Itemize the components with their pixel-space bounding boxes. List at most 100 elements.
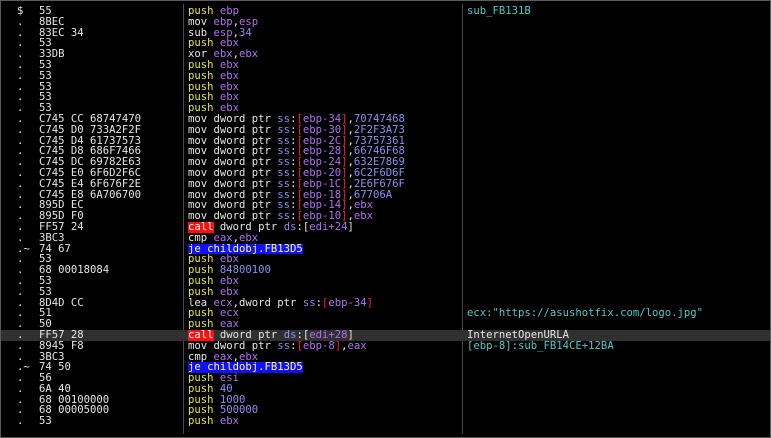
instruction-token: lea [188, 297, 214, 309]
disasm-row[interactable]: . 8BEC mov ebp,esp [1, 15, 770, 28]
disasm-row[interactable]: .~ 74 50 je childobj.FB13D5 [1, 361, 770, 374]
opcode-bytes: C745 D0 733A2F2F [39, 123, 142, 136]
disasm-row[interactable]: . 3BC3 cmp eax,ebx [1, 231, 770, 244]
instruction-token: mov dword ptr [188, 135, 278, 147]
instruction: sub esp,34 [188, 28, 458, 39]
disasm-row[interactable]: .~ 74 67 je childobj.FB13D5 [1, 242, 770, 255]
disasm-row[interactable]: . C745 E4 6F676F2E mov dword ptr ss:[ebp-1… [1, 177, 770, 190]
instruction-token: je childobj.FB13D5 [188, 362, 303, 374]
instruction-token: dword ptr [213, 221, 284, 233]
disasm-row[interactable]: . 50 push eax [1, 319, 770, 330]
instruction-token: ebx [219, 81, 240, 93]
instruction-token: ebp [213, 16, 233, 28]
row-marker: . [17, 231, 24, 244]
instruction-token: ebp-34 [328, 297, 367, 309]
opcode-bytes: 33DB [39, 48, 65, 61]
disasm-row[interactable]: . 53 push ebx [1, 92, 770, 103]
disasm-row[interactable]: . 83EC 34 sub esp,34 [1, 27, 770, 39]
disasm-row[interactable]: . FF57 24 call dword ptr ds:[edi+24] [1, 222, 770, 233]
instruction-token: push [188, 275, 220, 287]
disasm-row[interactable]: . 51 push ecx ecx:"https://asushotfix.com/l… [1, 308, 770, 319]
instruction: push 40 [188, 384, 458, 395]
instruction-token: xor [188, 49, 214, 60]
instruction-token: mov dword ptr [188, 167, 278, 179]
disasm-row[interactable]: . 53 push ebx [1, 416, 770, 427]
opcode-bytes: 8BEC [39, 15, 65, 28]
instruction-token: call [188, 329, 214, 341]
instruction-token: ] [347, 221, 354, 233]
instruction-token: ebx [219, 59, 240, 71]
disasm-row[interactable]: . 8945 F8 mov dword ptr ss:[ebp-8],eax [ebp… [1, 340, 770, 352]
disasm-row[interactable]: . 53 push ebx [1, 80, 770, 93]
instruction-token: 67706A [353, 189, 393, 201]
opcode-bytes: 74 50 [39, 361, 71, 374]
instruction-token: 2E6F676F [353, 178, 405, 190]
instruction-token: ss [277, 189, 291, 201]
disasm-row[interactable]: . 68 00018084 push 84800100 [1, 265, 770, 276]
instruction-token: ebx [239, 49, 259, 60]
instruction-token: ss [277, 135, 291, 147]
comment: sub_FB131B [467, 6, 531, 17]
opcode-bytes: 74 67 [39, 242, 71, 255]
disasm-row[interactable]: . 68 00005000 push 500000 [1, 405, 770, 416]
disasm-row[interactable]: . C745 D0 733A2F2F mov dword ptr ss:[ebp-3… [1, 123, 770, 136]
instruction: push ebx [188, 254, 458, 265]
instruction-token: mov dword ptr [188, 146, 278, 158]
instruction-token: push [188, 405, 220, 417]
instruction-token: ebx [219, 275, 240, 287]
row-marker: . [17, 15, 24, 28]
disasm-row[interactable]: . 6A 40 push 40 [1, 384, 770, 395]
disasm-row[interactable]: . 53 push ebx [1, 254, 770, 265]
disasm-row[interactable]: . 8D4D CC lea ecx,dword ptr ss:[ebp-34] [1, 297, 770, 309]
instruction-token: ss [277, 113, 291, 125]
instruction-token: mov dword ptr [188, 189, 278, 201]
instruction-token: mov dword ptr [188, 124, 278, 136]
instruction-token: ss [277, 340, 291, 352]
instruction-token: mov dword ptr [188, 157, 278, 168]
instruction-token: 73757361 [353, 135, 405, 147]
instruction-token: je childobj.FB13D5 [188, 243, 303, 255]
disasm-row[interactable]: . 33DB xor ebx,ebx [1, 49, 770, 60]
instruction: mov dword ptr ss:[ebp-20],6C2F6D6F [188, 168, 458, 179]
disasm-row[interactable]: . C745 E8 6A706700 mov dword ptr ss:[ebp-1… [1, 189, 770, 201]
instruction-token: ss [277, 200, 291, 212]
disasm-row[interactable]: . FF57 28 call dword ptr ds:[edi+28] Intern… [1, 330, 770, 341]
instruction-token: ebp-2C [302, 135, 342, 147]
opcode-bytes: 68 00005000 [39, 404, 110, 417]
instruction-token: edi+24 [309, 221, 348, 233]
instruction: mov dword ptr ss:[ebp-30],2F2F3A73 [188, 125, 458, 136]
instruction-token: mov dword ptr [188, 200, 278, 212]
instruction-token: ebx [219, 286, 240, 298]
instruction-token: push [188, 416, 220, 428]
disasm-row[interactable]: . 68 00100000 push 1000 [1, 394, 770, 406]
disassembly-listing[interactable]: $55 push ebp sub_FB131B. 8BEC mov ebp,esp. 83… [1, 6, 770, 427]
instruction: push 1000 [188, 395, 458, 406]
instruction-token: cmp [188, 351, 214, 363]
disasm-row[interactable]: . 895D F0 mov dword ptr ss:[ebp-10],ebx [1, 211, 770, 222]
opcode-bytes: C745 E4 6F676F2E [39, 177, 142, 190]
instruction-token: edi+28 [309, 329, 348, 341]
disasm-row[interactable]: . 56 push esi [1, 373, 770, 384]
disasm-row[interactable]: . 53 push ebx [1, 285, 770, 298]
opcode-bytes: 53 [39, 285, 52, 298]
disasm-row[interactable]: . 895D EC mov dword ptr ss:[ebp-14],ebx [1, 200, 770, 211]
disasm-row[interactable]: . 53 push ebx [1, 60, 770, 71]
disasm-row[interactable]: . 53 push ebx [1, 38, 770, 49]
disasm-row[interactable]: $55 push ebp sub_FB131B [1, 6, 770, 17]
instruction-token: cmp [188, 232, 214, 244]
disasm-row[interactable]: . 53 push ebx [1, 276, 770, 287]
instruction: je childobj.FB13D5 [188, 243, 458, 255]
disasm-row[interactable]: . 53 push ebx [1, 69, 770, 82]
instruction-token: ebp [219, 6, 240, 17]
instruction-token: ebp-18 [302, 189, 342, 201]
instruction-token: push [188, 286, 220, 298]
row-marker: . [17, 69, 24, 82]
instruction-token: ss [277, 178, 291, 190]
instruction-token: 84800100 [219, 265, 271, 276]
instruction: push ebx [188, 82, 458, 93]
instruction-token: :[ [296, 329, 310, 341]
row-marker: . [17, 177, 24, 190]
disasm-row[interactable]: . 3BC3 cmp eax,ebx [1, 351, 770, 363]
instruction-token: 70747468 [353, 113, 405, 125]
opcode-bytes: 53 [39, 80, 52, 93]
